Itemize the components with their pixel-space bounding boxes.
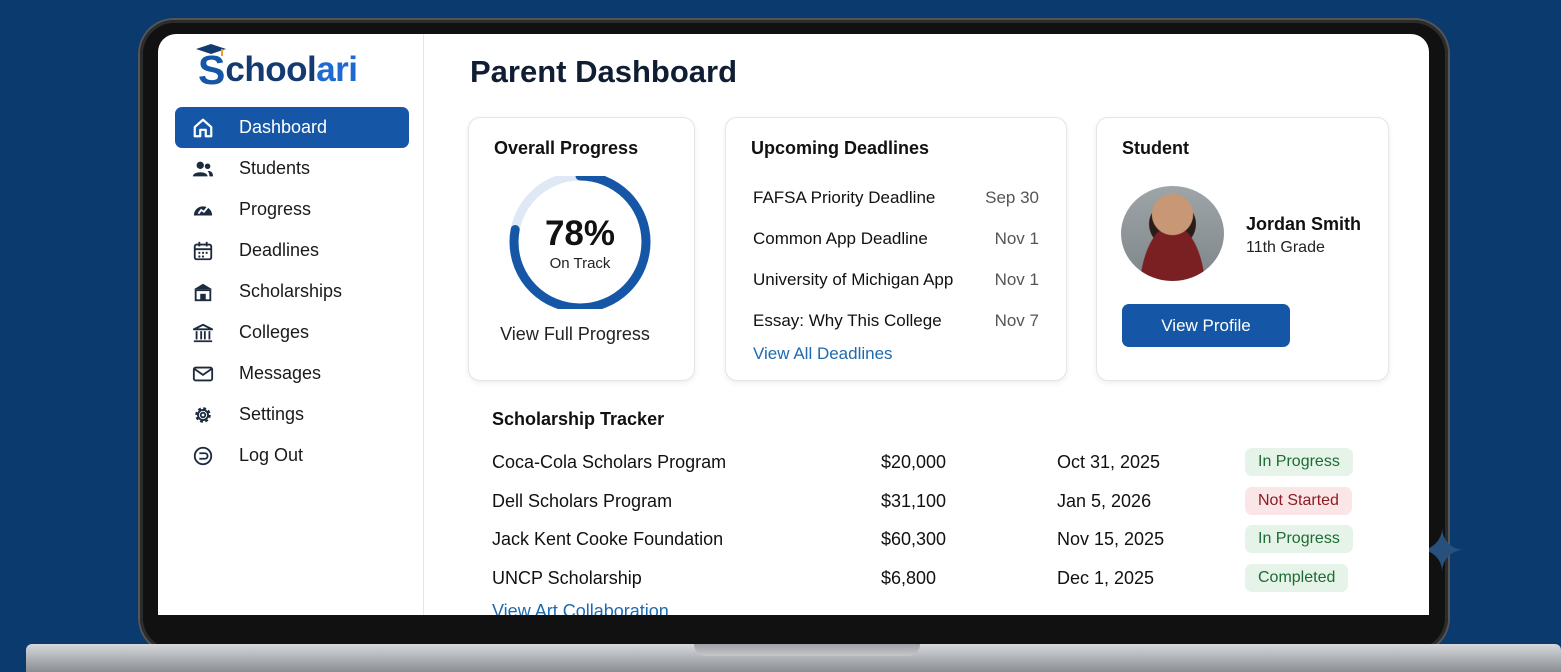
view-profile-button[interactable]: View Profile [1122,304,1290,347]
student-name: Jordan Smith [1246,214,1362,234]
sidebar-item-students[interactable]: Students [175,148,409,189]
gauge-icon [191,198,215,222]
scholarship-name: Dell Scholars Program [492,491,673,511]
sidebar-item-label: Log Out [239,445,304,465]
graduation-cap-icon [196,44,226,56]
scholarship-date: Nov 15, 2025 [1057,529,1165,549]
sidebar-item-label: Deadlines [239,240,320,260]
deadline-row[interactable]: Common App Deadline Nov 1 [753,229,1039,249]
sidebar: S choolari Dashboard Students Progress D… [158,34,424,615]
sidebar-item-dashboard[interactable]: Dashboard [175,107,409,148]
logo-text-accent: ari [316,50,358,89]
sidebar-nav: Dashboard Students Progress Deadlines Sc… [175,107,409,476]
scholarship-tracker-title: Scholarship Tracker [492,409,665,429]
sidebar-item-label: Messages [239,363,322,383]
page-title: Parent Dashboard [470,54,738,89]
card-title: Overall Progress [494,138,639,158]
avatar [1121,186,1224,281]
scholarship-name: Coca-Cola Scholars Program [492,452,727,472]
logout-icon [191,444,215,468]
status-badge: Completed [1245,564,1349,592]
mail-icon [191,362,215,386]
overall-progress-card: Overall Progress 78% On Track View Full … [468,117,695,381]
upcoming-deadlines-card: Upcoming Deadlines FAFSA Priority Deadli… [725,117,1067,381]
logo-initial: S [196,44,226,91]
scholarship-date: Oct 31, 2025 [1057,452,1161,472]
deadline-name: Common App Deadline [753,229,928,248]
view-art-collaboration-link[interactable]: View Art Collaboration [492,601,669,615]
users-icon [191,157,215,181]
deadline-name: Essay: Why This College [753,311,942,330]
deadline-date: Nov 1 [994,270,1039,289]
deadline-name: FAFSA Priority Deadline [753,188,936,207]
sidebar-item-label: Scholarships [239,281,343,301]
deadline-row[interactable]: University of Michigan App Nov 1 [753,270,1039,290]
scholarship-amount: $60,300 [881,529,947,549]
deadline-row[interactable]: FAFSA Priority Deadline Sep 30 [753,188,1039,208]
progress-percent: 78% [544,214,616,253]
deadline-date: Sep 30 [985,188,1039,207]
sidebar-item-label: Settings [239,404,305,424]
logo-text: choolari [225,50,358,90]
app-screen: S choolari Dashboard Students Progress D… [158,34,1429,615]
laptop-notch [694,644,920,656]
student-card: Student Jordan Smith 11th Grade View Pro… [1096,117,1389,381]
sidebar-item-colleges[interactable]: Colleges [175,312,409,353]
logo-text-main: chool [225,50,317,89]
deadline-date: Nov 1 [994,229,1039,248]
sidebar-item-label: Progress [239,199,312,219]
table-row[interactable]: UNCP Scholarship $6,800 Dec 1, 2025 Comp… [492,564,1362,594]
table-row[interactable]: Jack Kent Cooke Foundation $60,300 Nov 1… [492,525,1362,555]
sidebar-item-label: Students [239,158,311,178]
sidebar-item-messages[interactable]: Messages [175,353,409,394]
progress-status: On Track [549,255,611,272]
scholarship-date: Jan 5, 2026 [1057,491,1152,511]
view-all-deadlines-link[interactable]: View All Deadlines [753,344,893,364]
card-title: Upcoming Deadlines [751,138,930,158]
school-icon [191,280,215,304]
deadline-row[interactable]: Essay: Why This College Nov 7 [753,311,1039,331]
sidebar-item-label: Colleges [239,322,310,342]
gear-icon [191,403,215,427]
view-full-progress-link[interactable]: View Full Progress [469,324,681,345]
bank-icon [191,321,215,345]
table-row[interactable]: Coca-Cola Scholars Program $20,000 Oct 3… [492,448,1362,478]
card-title: Student [1122,138,1189,158]
scholarship-amount: $31,100 [881,491,947,511]
sidebar-item-scholarships[interactable]: Scholarships [175,271,409,312]
sidebar-item-label: Dashboard [239,117,328,137]
status-badge: In Progress [1245,448,1353,476]
deadline-name: University of Michigan App [753,270,954,289]
scholarship-date: Dec 1, 2025 [1057,568,1155,588]
scholarship-name: UNCP Scholarship [492,568,642,588]
home-icon [191,116,215,140]
sidebar-item-progress[interactable]: Progress [175,189,409,230]
scholarship-name: Jack Kent Cooke Foundation [492,529,724,549]
status-badge: Not Started [1245,487,1352,515]
student-grade: 11th Grade [1246,239,1325,256]
status-badge: In Progress [1245,525,1353,553]
sidebar-item-deadlines[interactable]: Deadlines [175,230,409,271]
sidebar-item-settings[interactable]: Settings [175,394,409,435]
scholarship-amount: $20,000 [881,452,947,472]
calendar-icon [191,239,215,263]
scholarship-amount: $6,800 [881,568,937,588]
sidebar-item-logout[interactable]: Log Out [175,435,409,476]
deadline-date: Nov 7 [994,311,1039,330]
logo[interactable]: S choolari [196,44,358,91]
table-row[interactable]: Dell Scholars Program $31,100 Jan 5, 202… [492,487,1362,517]
